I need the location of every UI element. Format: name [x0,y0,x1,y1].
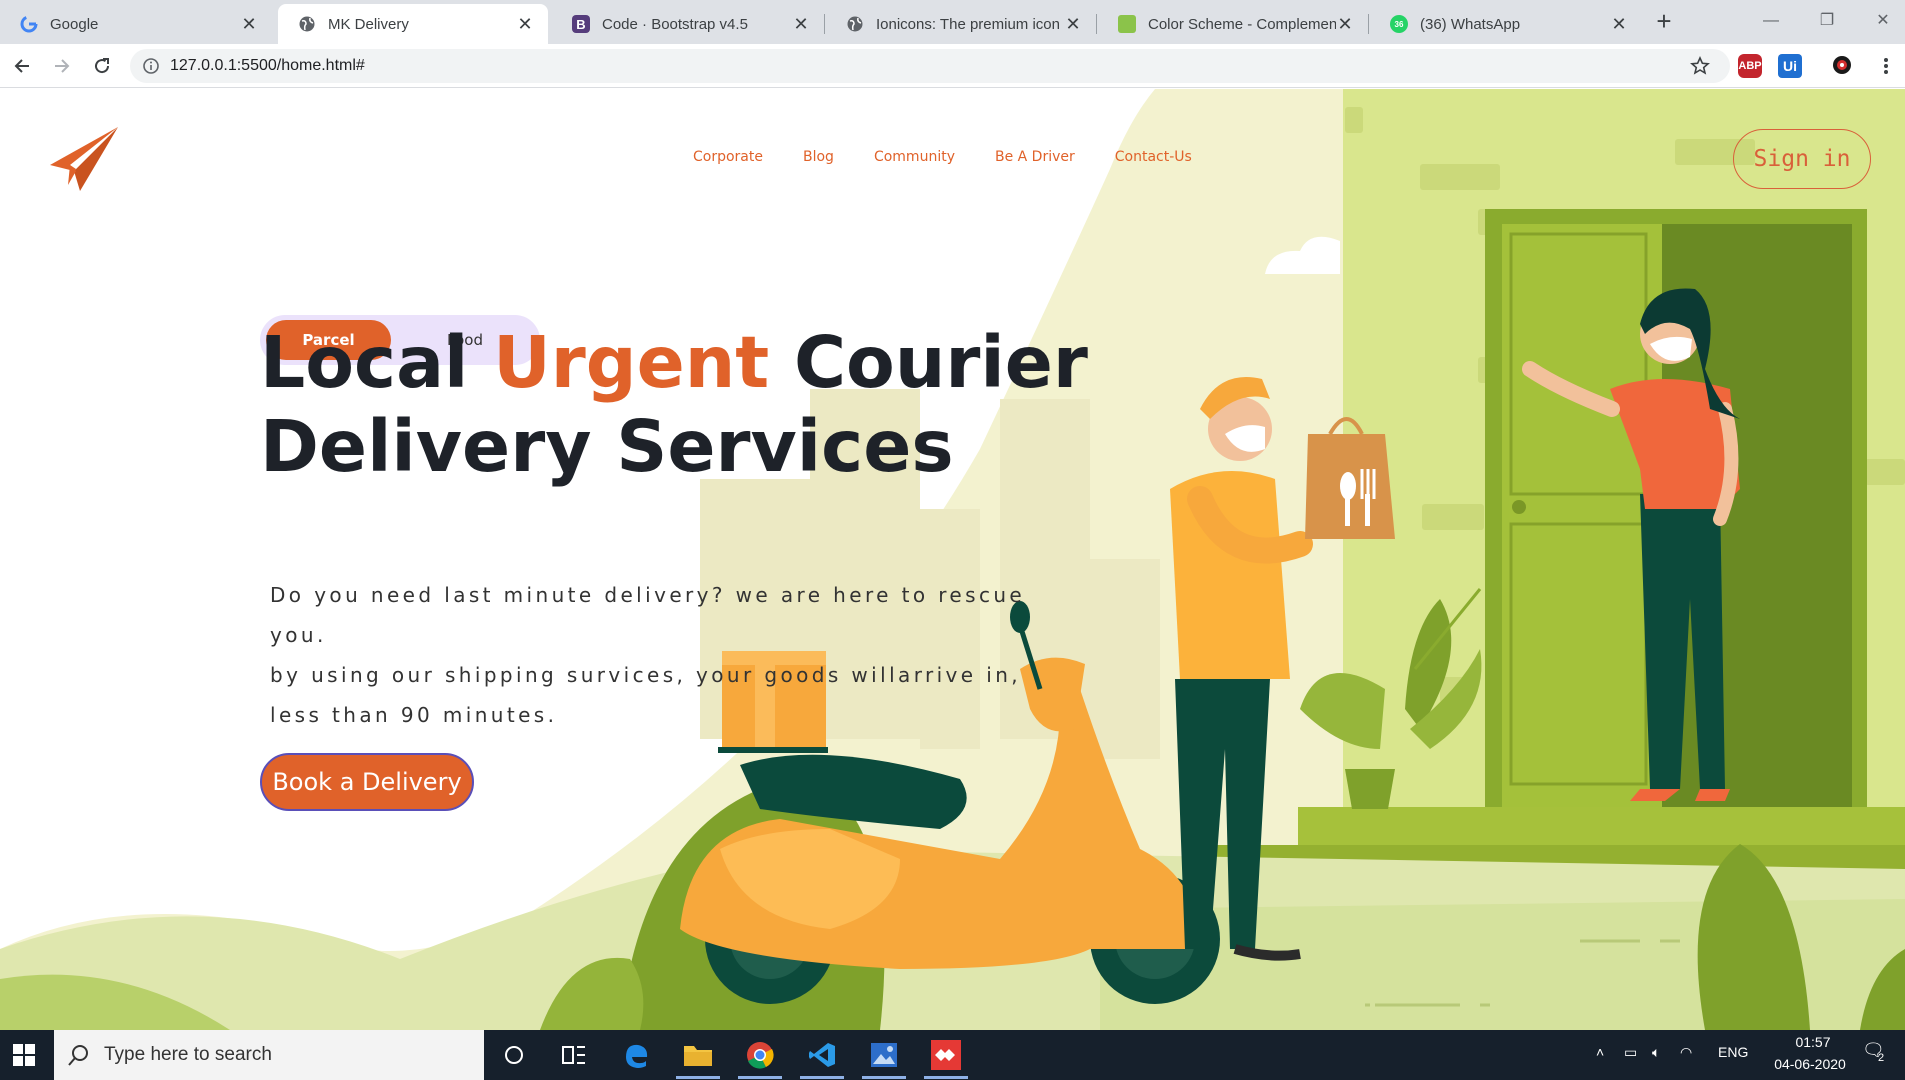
headline-part1: Local [260,321,469,404]
tab-title: Color Scheme - Complement [1148,15,1336,33]
close-icon[interactable]: ✕ [1610,14,1628,35]
forward-button[interactable] [48,52,76,80]
close-icon[interactable]: ✕ [516,14,534,35]
book-delivery-button[interactable]: Book a Delivery [260,753,474,811]
taskbar-search[interactable]: Type here to search [54,1030,484,1080]
close-icon[interactable]: ✕ [1336,14,1354,35]
globe-icon [846,15,864,33]
description-line: Do you need last minute delivery? we are… [270,583,1026,647]
nav-community[interactable]: Community [874,149,955,165]
headline-line2: Delivery Services [260,405,954,488]
doorstep [1298,807,1905,845]
notification-count: 2 [1878,1052,1885,1064]
windows-logo-icon [13,1044,35,1066]
clock-date[interactable]: 04-06-2020 [1760,1056,1860,1072]
tab-color-scheme[interactable]: Color Scheme - Complement ✕ [1098,4,1368,44]
task-view-icon[interactable] [556,1037,592,1073]
nav-contact-us[interactable]: Contact-Us [1115,149,1192,165]
browser-tab-bar: Google ✕ MK Delivery ✕ B Code · Bootstra… [0,0,1905,44]
tab-mk-delivery[interactable]: MK Delivery ✕ [278,4,548,44]
close-window-button[interactable]: ✕ [1860,6,1905,36]
color-scheme-icon [1118,15,1136,33]
tab-separator [824,14,825,34]
minimize-button[interactable]: — [1748,6,1794,36]
web-page: Corporate Blog Community Be A Driver Con… [0,89,1905,1030]
bootstrap-icon: B [572,15,590,33]
tab-whatsapp[interactable]: 36 (36) WhatsApp ✕ [1370,4,1642,44]
new-tab-button[interactable]: + [1650,8,1678,36]
menu-kebab-icon[interactable] [1872,52,1900,80]
reload-icon [95,58,110,74]
sign-in-button[interactable]: Sign in [1733,129,1871,189]
nav-blog[interactable]: Blog [803,149,834,165]
tab-title: Code · Bootstrap v4.5 [602,15,748,33]
whatsapp-icon: 36 [1390,15,1408,33]
photos-icon[interactable] [862,1037,906,1079]
reload-button[interactable] [88,52,116,80]
url-text[interactable]: 127.0.0.1:5500/home.html# [170,57,365,75]
google-icon [20,15,38,33]
anydesk-icon[interactable] [924,1037,968,1079]
clock-time[interactable]: 01:57 [1773,1034,1853,1050]
description-line: by using our shipping survices, your goo… [270,663,1022,687]
close-icon[interactable]: ✕ [240,14,258,35]
close-icon[interactable]: ✕ [1064,14,1082,35]
search-icon [68,1045,88,1066]
windows-taskbar: Type here to search ˄ ▭ 🔈︎ ◠ ENG 01:57 0… [0,1030,1905,1080]
paper-plane-logo-icon[interactable] [48,125,120,193]
description-line: less than 90 minutes. [270,703,558,727]
hero-description: Do you need last minute delivery? we are… [270,575,1090,735]
language-indicator[interactable]: ENG [1718,1044,1748,1060]
hero-headline: Local Urgent Courier Delivery Services [260,321,1160,489]
volume-icon[interactable]: 🔈︎ [1652,1044,1660,1061]
hero-illustration [0,89,1905,1030]
tab-ionicons[interactable]: Ionicons: The premium icon ✕ [826,4,1096,44]
tab-title: MK Delivery [328,15,409,33]
address-bar[interactable]: 127.0.0.1:5500/home.html# [130,49,1730,83]
tab-google[interactable]: Google ✕ [0,4,272,44]
adblock-extension-icon[interactable]: ABP [1738,54,1762,78]
back-button[interactable] [8,52,36,80]
bookmark-star-icon[interactable] [1686,52,1714,80]
tab-title: (36) WhatsApp [1420,15,1521,33]
search-placeholder[interactable]: Type here to search [104,1044,272,1066]
tab-bootstrap[interactable]: B Code · Bootstrap v4.5 ✕ [552,4,824,44]
open-door-panel [1502,224,1662,816]
restore-button[interactable]: ❐ [1804,6,1850,36]
tab-title: Google [50,15,99,33]
headline-part2: Courier [793,321,1088,404]
extension-icon[interactable] [1830,54,1854,78]
close-icon[interactable]: ✕ [792,14,810,35]
cortana-icon[interactable] [496,1037,532,1073]
tab-separator [1368,14,1369,34]
file-explorer-icon[interactable] [676,1037,720,1079]
browser-toolbar: 127.0.0.1:5500/home.html# ABP Ui [0,44,1905,88]
main-nav: Corporate Blog Community Be A Driver Con… [693,149,1232,165]
info-icon[interactable] [142,57,160,75]
tab-title: Ionicons: The premium icon [876,15,1060,33]
vscode-icon[interactable] [800,1037,844,1079]
globe-icon [298,15,316,33]
nav-corporate[interactable]: Corporate [693,149,763,165]
chevron-up-icon[interactable]: ˄ [1596,1044,1604,1060]
wifi-icon[interactable]: ◠ [1680,1044,1692,1061]
back-arrow-icon [14,59,29,73]
chrome-icon[interactable] [738,1037,782,1079]
start-button[interactable] [0,1030,48,1080]
battery-icon[interactable]: ▭ [1624,1044,1637,1061]
ui-extension-icon[interactable]: Ui [1778,54,1802,78]
forward-arrow-icon [55,59,70,73]
edge-icon[interactable] [618,1037,654,1073]
tab-separator [1096,14,1097,34]
headline-highlight: Urgent [493,321,770,404]
nav-be-a-driver[interactable]: Be A Driver [995,149,1075,165]
